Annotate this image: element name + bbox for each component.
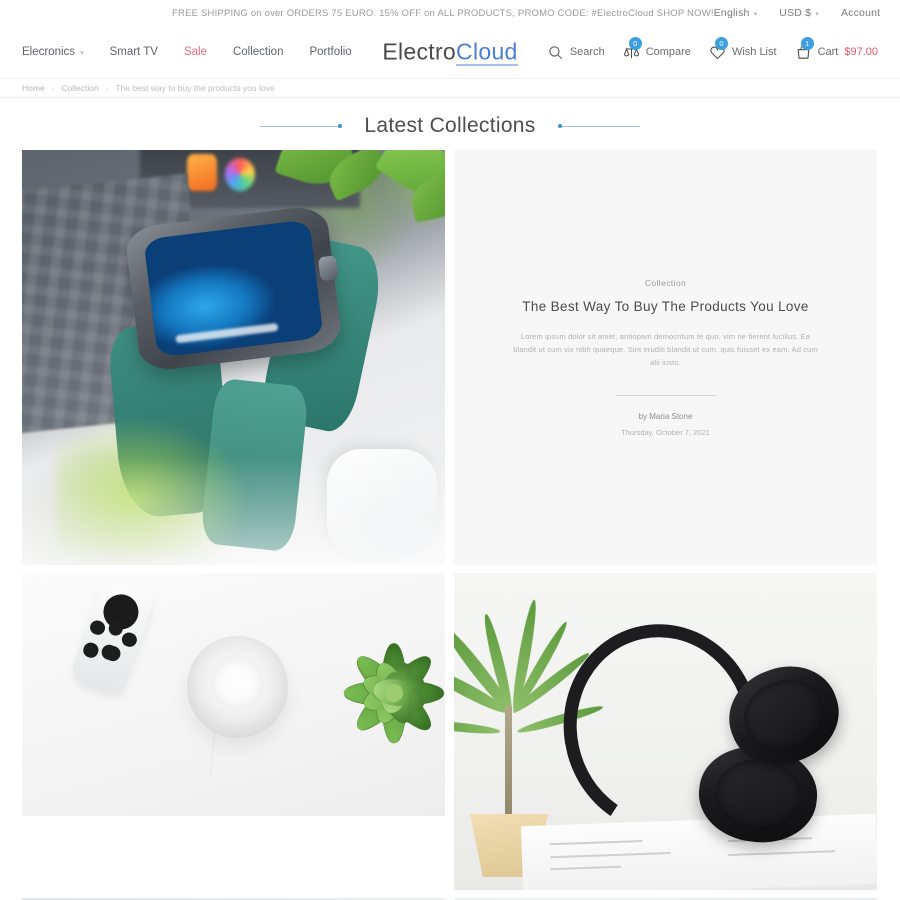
watch-case xyxy=(123,204,344,374)
nav-item-sale[interactable]: Sale xyxy=(184,46,207,58)
compare-badge: 0 xyxy=(628,36,642,50)
nav-label: Sale xyxy=(183,46,207,58)
article-panel: Collection The Best Way To Buy The Produ… xyxy=(454,150,877,565)
breadcrumb: Home › Collection › The best way to buy … xyxy=(0,78,900,98)
screen-glint xyxy=(175,323,279,345)
collections-grid: Collection The Best Way To Buy The Produ… xyxy=(0,142,900,900)
nav-label: Smart TV xyxy=(109,46,158,58)
search-icon xyxy=(547,44,564,61)
logo-text-electro: Electro xyxy=(382,38,457,65)
section-heading: Latest Collections xyxy=(0,98,900,142)
breadcrumb-item-collection[interactable]: Collection xyxy=(61,83,98,93)
rule-line xyxy=(561,125,640,127)
breadcrumb-item-current: The best way to buy the products you lov… xyxy=(115,83,275,93)
chevron-down-icon: ▾ xyxy=(753,11,758,18)
succulent-plant xyxy=(318,617,445,769)
photo-artwork xyxy=(22,573,445,816)
language-selector[interactable]: English ▾ xyxy=(714,7,758,19)
article-date: Thursday, October 7, 2021 xyxy=(621,428,710,438)
nav-item-collection[interactable]: Collection xyxy=(233,46,284,58)
breadcrumb-separator-icon: › xyxy=(105,83,109,93)
search-button[interactable]: Search xyxy=(547,44,605,61)
account-link[interactable]: Account xyxy=(841,7,880,19)
nav-item-portfolio[interactable]: Portfolio xyxy=(309,46,351,58)
article-divider xyxy=(615,395,716,397)
cart-button[interactable]: 1 Cart $97.00 xyxy=(795,36,878,61)
header-actions: Search 0 Compare 0 Wish List 1 Cart $97.… xyxy=(547,36,878,61)
topbar-utility-links: English ▾ USD $ ▾ Account xyxy=(714,7,881,19)
grid-row: Collection The Best Way To Buy The Produ… xyxy=(22,150,878,565)
top-announcement-bar: FREE SHIPPING on over ORDERS 75 EURO. 15… xyxy=(0,0,900,26)
cart-label: Cart xyxy=(817,46,839,58)
account-label: Account xyxy=(840,7,881,19)
article-kicker: Collection xyxy=(644,277,687,288)
shopping-bag-icon: 1 xyxy=(795,36,814,61)
nav-item-smart-tv[interactable]: Smart TV xyxy=(110,46,158,58)
remote-button xyxy=(120,630,139,649)
nav-item-electronics[interactable]: Elecronics ▾ xyxy=(22,46,84,58)
compare-scales-icon: 0 xyxy=(623,36,642,61)
main-navigation: Elecronics ▾ Smart TV Sale Collection Po… xyxy=(22,46,352,58)
search-label: Search xyxy=(569,46,605,58)
watch-crown xyxy=(317,255,339,282)
breadcrumb-separator-icon: › xyxy=(51,83,55,93)
watch-screen xyxy=(143,219,324,359)
compare-label: Compare xyxy=(645,46,691,58)
page-title: Latest Collections xyxy=(364,114,536,137)
chevron-down-icon: ▾ xyxy=(815,11,819,18)
currency-selector[interactable]: USD $ ▾ xyxy=(779,7,819,19)
wishlist-label: Wish List xyxy=(731,46,777,58)
remote-button xyxy=(100,642,123,663)
promo-message: FREE SHIPPING on over ORDERS 75 EURO. 15… xyxy=(172,7,714,19)
cart-badge: 1 xyxy=(800,36,814,50)
photo-artwork xyxy=(22,150,445,565)
remote-button xyxy=(88,618,108,637)
tv-remote xyxy=(69,576,157,696)
grid-row xyxy=(22,573,878,890)
black-headphones-photo[interactable] xyxy=(454,573,877,890)
currency-label: USD $ xyxy=(779,7,812,19)
nav-label: Portfolio xyxy=(309,46,352,58)
desk-surface xyxy=(22,457,445,565)
plant-stem xyxy=(504,706,512,827)
heading-rule-left xyxy=(260,124,343,128)
app-icon-orange xyxy=(186,154,217,192)
logo-text-cloud: Cloud xyxy=(456,38,518,66)
nav-label: Elecronics xyxy=(22,46,76,58)
wishlist-button[interactable]: 0 Wish List xyxy=(709,36,777,61)
smart-remote-speaker-photo[interactable] xyxy=(22,573,445,816)
page-root: FREE SHIPPING on over ORDERS 75 EURO. 15… xyxy=(0,0,900,900)
article-author: by Maria Stone xyxy=(638,412,693,422)
heading-rule-right xyxy=(557,124,640,128)
article-card[interactable]: Collection The Best Way To Buy The Produ… xyxy=(454,150,877,565)
smart-speaker xyxy=(186,636,289,738)
heart-icon: 0 xyxy=(709,36,728,61)
chevron-down-icon: ▾ xyxy=(80,50,84,57)
article-excerpt: Lorem ipsum dolor sit amet, antiopam dem… xyxy=(513,331,818,368)
compare-button[interactable]: 0 Compare xyxy=(623,36,691,61)
language-label: English xyxy=(713,7,750,19)
article-title[interactable]: The Best Way To Buy The Products You Lov… xyxy=(522,299,809,314)
breadcrumb-item-home[interactable]: Home xyxy=(22,83,45,93)
app-icon-colorful xyxy=(225,158,255,192)
remote-button xyxy=(82,640,101,659)
rule-line xyxy=(260,125,339,127)
photo-artwork xyxy=(454,573,877,890)
wishlist-badge: 0 xyxy=(714,36,728,50)
site-header: Elecronics ▾ Smart TV Sale Collection Po… xyxy=(0,26,900,78)
cart-total-price: $97.00 xyxy=(844,46,878,58)
smartwatch-green-band-photo[interactable] xyxy=(22,150,445,565)
nav-label: Collection xyxy=(232,46,284,58)
